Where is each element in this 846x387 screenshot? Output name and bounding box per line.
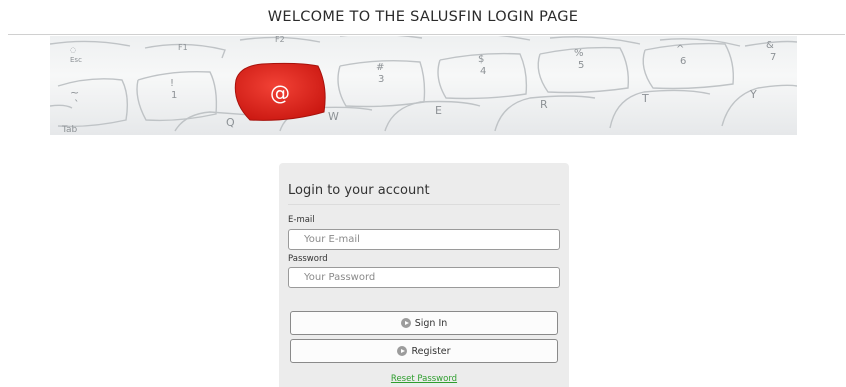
key-4-top: $: [478, 54, 484, 65]
key-f2: F2: [275, 36, 285, 44]
key-tilde: `: [74, 98, 80, 111]
title-divider: [8, 34, 845, 35]
key-6-top: ^: [676, 44, 684, 55]
key-esc: Esc: [70, 56, 82, 64]
sign-in-label: Sign In: [414, 317, 448, 329]
key-f1: F1: [178, 43, 188, 52]
key-w: W: [328, 110, 339, 123]
email-label: E-mail: [288, 215, 315, 225]
password-label: Password: [288, 254, 328, 264]
page-title: WELCOME TO THE SALUSFIN LOGIN PAGE: [267, 9, 579, 25]
play-circle-icon: [400, 318, 411, 328]
at-key-label: @: [270, 81, 290, 105]
key-7-top: &: [766, 40, 774, 51]
key-3-top: #: [376, 62, 384, 73]
login-panel: Login to your account E-mail Password Si…: [279, 163, 569, 387]
keyboard-banner-image: @ ◌ Esc F1 F2 ! 1 ~ ` # 3 $ 4 % 5 ^ 6 & …: [50, 36, 797, 135]
key-1: 1: [171, 90, 177, 101]
at-key: @: [234, 62, 326, 121]
svg-text:◌: ◌: [70, 46, 76, 54]
key-e: E: [435, 104, 442, 117]
key-4: 4: [480, 66, 486, 77]
reset-password-link[interactable]: Reset Password: [279, 374, 569, 384]
key-1-top: !: [170, 78, 174, 89]
key-5-top: %: [574, 48, 584, 59]
key-7: 7: [770, 52, 776, 63]
key-t: T: [641, 92, 649, 105]
play-circle-icon: [397, 346, 408, 356]
key-y: Y: [749, 88, 757, 101]
key-q: Q: [226, 116, 235, 129]
sign-in-button[interactable]: Sign In: [290, 311, 558, 335]
login-heading-divider: [288, 204, 560, 205]
login-heading: Login to your account: [288, 183, 430, 198]
key-5: 5: [578, 60, 584, 71]
register-button[interactable]: Register: [290, 339, 558, 363]
password-field[interactable]: [288, 267, 560, 288]
register-label: Register: [411, 345, 451, 357]
key-tab: Tab: [61, 125, 78, 135]
email-field[interactable]: [288, 229, 560, 250]
key-3: 3: [378, 74, 384, 85]
keyboard-banner: @ ◌ Esc F1 F2 ! 1 ~ ` # 3 $ 4 % 5 ^ 6 & …: [50, 36, 797, 135]
key-r: R: [540, 98, 548, 111]
key-6: 6: [680, 56, 686, 67]
